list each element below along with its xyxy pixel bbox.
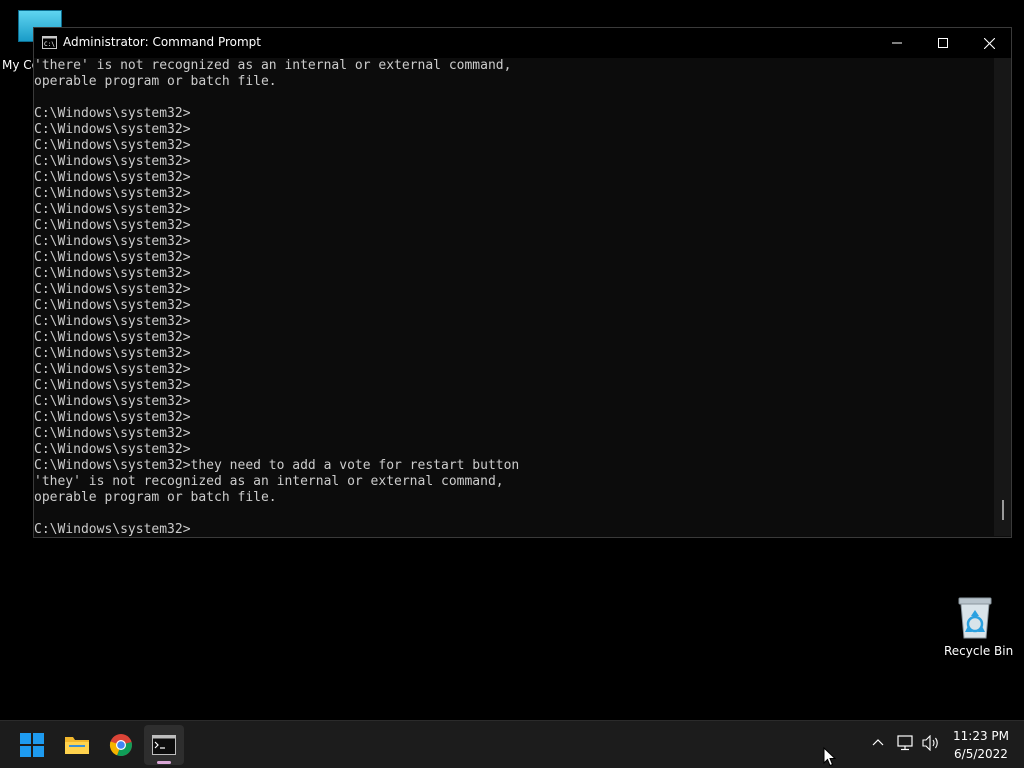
console-line: C:\Windows\system32>: [34, 170, 191, 185]
maximize-icon: [938, 38, 948, 48]
chevron-up-icon: [872, 739, 884, 746]
console-line: C:\Windows\system32>: [34, 218, 191, 233]
console-line: C:\Windows\system32>: [34, 266, 191, 281]
scrollbar-thumb[interactable]: [1002, 500, 1004, 520]
console-line: C:\Windows\system32>: [34, 298, 191, 313]
console-text[interactable]: 'there' is not recognized as an internal…: [34, 58, 994, 536]
console-line: C:\Windows\system32>: [34, 330, 191, 345]
minimize-button[interactable]: [874, 28, 920, 58]
close-icon: [983, 37, 995, 49]
console-line: C:\Windows\system32>: [34, 122, 191, 137]
volume-icon: [922, 734, 938, 752]
cmd-icon: [152, 735, 176, 755]
network-button[interactable]: [897, 735, 915, 755]
console-line: C:\Windows\system32>: [34, 362, 191, 377]
title-bar[interactable]: C:\ Administrator: Command Prompt: [34, 28, 1011, 58]
console-line: C:\Windows\system32>: [34, 442, 191, 457]
console-line: operable program or batch file.: [34, 490, 277, 505]
console-line: C:\Windows\system32>: [34, 138, 191, 153]
console-line: C:\Windows\system32>: [34, 314, 191, 329]
console-line: C:\Windows\system32>: [34, 234, 191, 249]
mouse-cursor-icon: [823, 747, 836, 767]
recycle-bin-icon: [958, 597, 992, 639]
file-explorer-button[interactable]: [57, 725, 97, 765]
active-app-indicator: [157, 761, 171, 764]
cmd-icon: C:\: [42, 36, 57, 49]
windows-logo-icon: [20, 733, 44, 757]
recycle-bin-label: Recycle Bin: [944, 644, 1014, 658]
maximize-button[interactable]: [920, 28, 966, 58]
console-line: C:\Windows\system32>: [34, 282, 191, 297]
start-button[interactable]: [12, 725, 52, 765]
console-line: 'they' is not recognized as an internal …: [34, 474, 504, 489]
volume-button[interactable]: [922, 734, 940, 755]
console-line: C:\Windows\system32>: [34, 250, 191, 265]
recycle-bin-shortcut[interactable]: Recycle Bin: [944, 596, 1014, 658]
console-line: C:\Windows\system32>they need to add a v…: [34, 458, 520, 473]
console-line: C:\Windows\system32>: [34, 426, 191, 441]
svg-text:C:\: C:\: [44, 41, 55, 48]
console-line: C:\Windows\system32>: [34, 186, 191, 201]
clock-time: 11:23 PM: [953, 729, 1009, 743]
console-line: 'there' is not recognized as an internal…: [34, 58, 512, 73]
console-output[interactable]: 'there' is not recognized as an internal…: [34, 58, 994, 536]
vertical-scrollbar[interactable]: [994, 58, 1011, 536]
minimize-icon: [892, 42, 902, 44]
show-hidden-icons-button[interactable]: [871, 735, 885, 754]
taskbar: 11:23 PM 6/5/2022: [0, 720, 1024, 768]
command-prompt-taskbar-button[interactable]: [144, 725, 184, 765]
console-line: C:\Windows\system32>: [34, 522, 191, 536]
clock[interactable]: 11:23 PM 6/5/2022: [950, 727, 1012, 763]
console-line: C:\Windows\system32>: [34, 346, 191, 361]
console-line: C:\Windows\system32>: [34, 394, 191, 409]
chrome-icon: [109, 734, 132, 757]
desktop: My Co Recycle Bin C:\ Administrator: Com…: [0, 0, 1024, 720]
folder-icon: [65, 737, 89, 754]
console-line: C:\Windows\system32>: [34, 106, 191, 121]
console-line: operable program or batch file.: [34, 74, 277, 89]
close-button[interactable]: [966, 28, 1012, 58]
chrome-button[interactable]: [101, 725, 141, 765]
clock-date: 6/5/2022: [954, 747, 1008, 761]
network-icon: [897, 735, 913, 751]
window-title: Administrator: Command Prompt: [63, 35, 261, 49]
console-line: C:\Windows\system32>: [34, 154, 191, 169]
console-line: C:\Windows\system32>: [34, 202, 191, 217]
console-line: C:\Windows\system32>: [34, 410, 191, 425]
command-prompt-window[interactable]: C:\ Administrator: Command Prompt 'there…: [33, 27, 1012, 538]
console-line: C:\Windows\system32>: [34, 378, 191, 393]
